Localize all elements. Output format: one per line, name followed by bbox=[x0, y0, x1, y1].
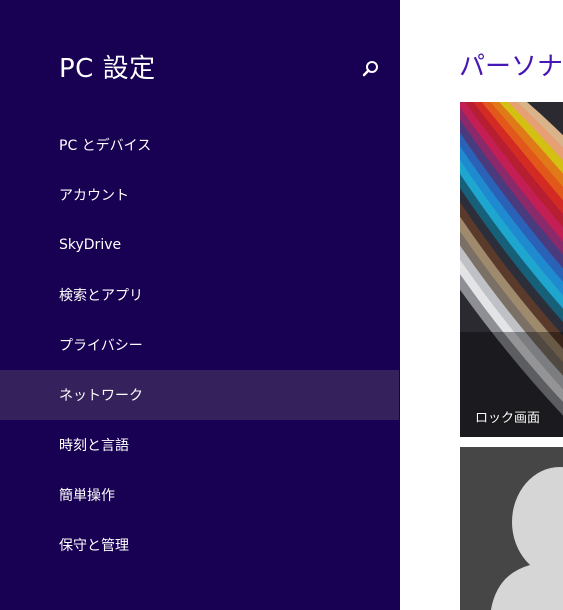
settings-nav-list: PC とデバイス アカウント SkyDrive 検索とアプリ プライバシー ネッ… bbox=[0, 120, 400, 570]
settings-content-pane: パーソナル bbox=[400, 0, 563, 610]
nav-item-network[interactable]: ネットワーク bbox=[0, 370, 399, 420]
nav-item-search-and-apps[interactable]: 検索とアプリ bbox=[0, 270, 399, 320]
nav-item-update-and-recovery[interactable]: 保守と管理 bbox=[0, 520, 399, 570]
nav-item-label: アカウント bbox=[59, 188, 129, 204]
nav-item-label: 簡単操作 bbox=[59, 488, 115, 504]
nav-item-label: PC とデバイス bbox=[59, 138, 152, 154]
nav-item-privacy[interactable]: プライバシー bbox=[0, 320, 399, 370]
section-heading: パーソナル bbox=[459, 52, 563, 82]
lock-screen-preview-image bbox=[460, 102, 563, 437]
search-icon[interactable] bbox=[360, 58, 382, 80]
nav-item-label: 時刻と言語 bbox=[59, 438, 129, 454]
nav-item-skydrive[interactable]: SkyDrive bbox=[0, 220, 399, 270]
nav-item-label: 検索とアプリ bbox=[59, 288, 143, 304]
nav-item-label: 保守と管理 bbox=[59, 538, 129, 554]
nav-item-label: ネットワーク bbox=[59, 388, 143, 404]
nav-item-label: プライバシー bbox=[59, 338, 143, 354]
pc-settings-window: PC 設定 PC とデバイス アカウント SkyDrive 検索とアプリ プライ… bbox=[0, 0, 563, 610]
lock-screen-tile[interactable]: ロック画面 bbox=[460, 102, 563, 437]
user-silhouette-icon bbox=[491, 467, 563, 610]
nav-item-accounts[interactable]: アカウント bbox=[0, 170, 399, 220]
page-title: PC 設定 bbox=[59, 54, 156, 84]
nav-item-time-and-language[interactable]: 時刻と言語 bbox=[0, 420, 399, 470]
nav-item-ease-of-access[interactable]: 簡単操作 bbox=[0, 470, 399, 520]
settings-nav-pane: PC 設定 PC とデバイス アカウント SkyDrive 検索とアプリ プライ… bbox=[0, 0, 400, 610]
nav-item-label: SkyDrive bbox=[59, 237, 122, 253]
lock-screen-label: ロック画面 bbox=[475, 411, 541, 426]
account-picture-tile[interactable] bbox=[460, 447, 563, 610]
nav-item-pc-and-devices[interactable]: PC とデバイス bbox=[0, 120, 399, 170]
